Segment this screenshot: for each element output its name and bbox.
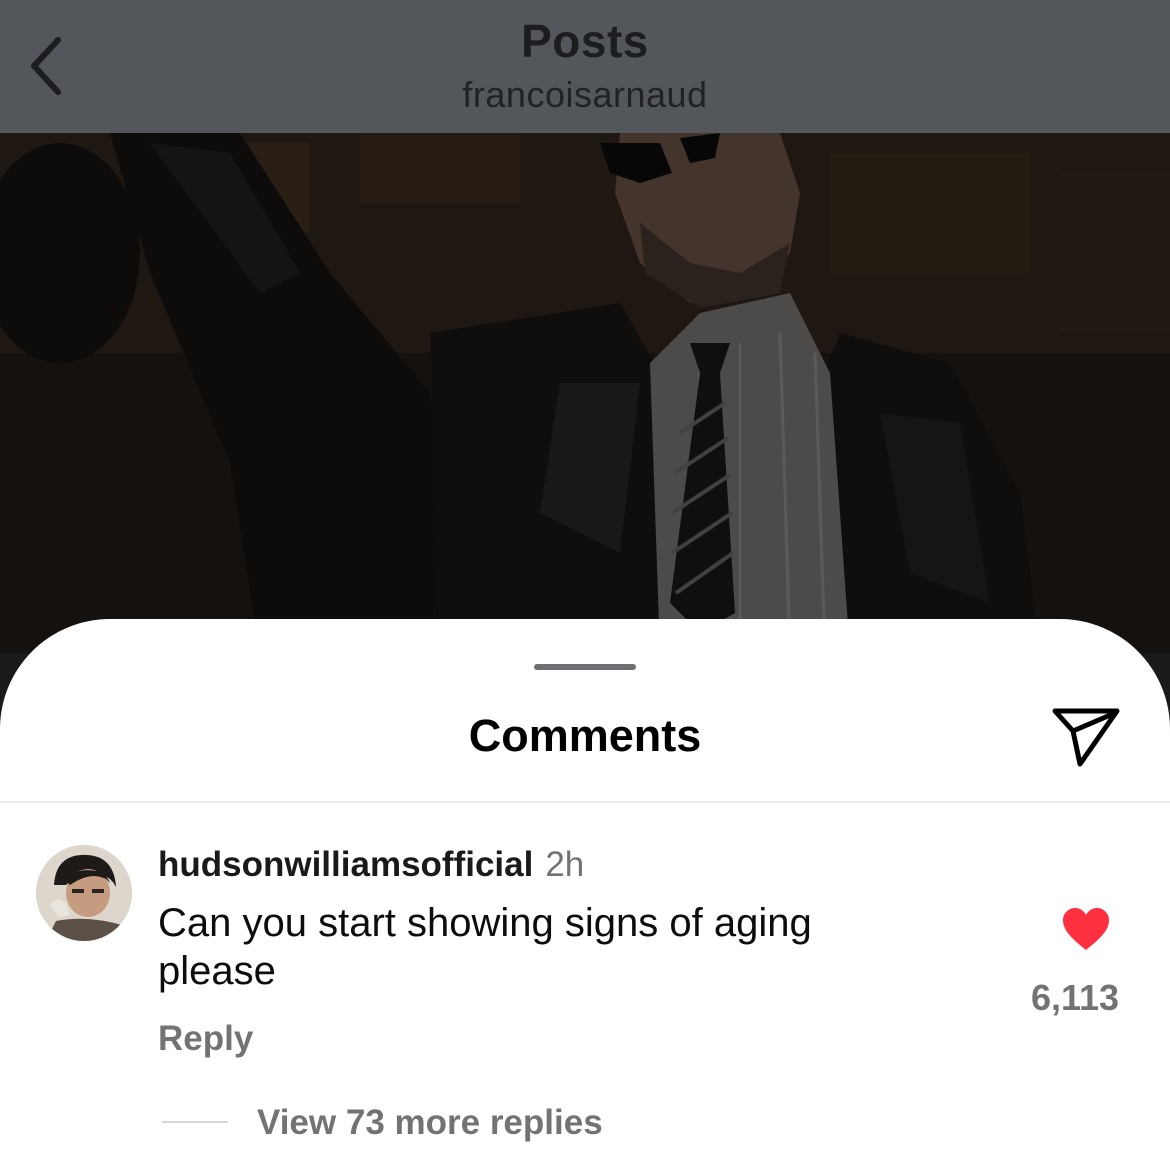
- share-button[interactable]: [1046, 701, 1126, 773]
- comments-title: Comments: [468, 710, 702, 761]
- page-subtitle-username[interactable]: francoisarnaud: [0, 74, 1170, 116]
- comment-text: Can you start showing signs of aging ple…: [158, 901, 812, 993]
- paper-plane-icon: [1052, 708, 1120, 767]
- comment-timestamp: 2h: [545, 845, 585, 884]
- view-more-replies-button[interactable]: View 73 more replies: [257, 1103, 603, 1143]
- like-button[interactable]: [1054, 901, 1118, 957]
- reply-button[interactable]: Reply: [158, 1019, 253, 1059]
- username-text[interactable]: hudsonwilliamsofficial: [158, 845, 533, 884]
- sheet-drag-handle[interactable]: [534, 664, 636, 670]
- comments-sheet: Comments hudsonwilliamsofficial 2h Can yo…: [0, 619, 1170, 1155]
- divider: [0, 801, 1170, 803]
- top-nav-bar: Posts francoisarnaud: [0, 0, 1170, 133]
- post-image[interactable]: [0, 133, 1170, 653]
- heart-filled-icon: [1063, 908, 1109, 950]
- like-count: 6,113: [1030, 977, 1120, 1018]
- page-title: Posts: [521, 15, 649, 67]
- comment-username[interactable]: hudsonwilliamsofficial 2h: [158, 845, 584, 885]
- replies-divider-line: [162, 1121, 228, 1123]
- avatar[interactable]: [36, 845, 132, 941]
